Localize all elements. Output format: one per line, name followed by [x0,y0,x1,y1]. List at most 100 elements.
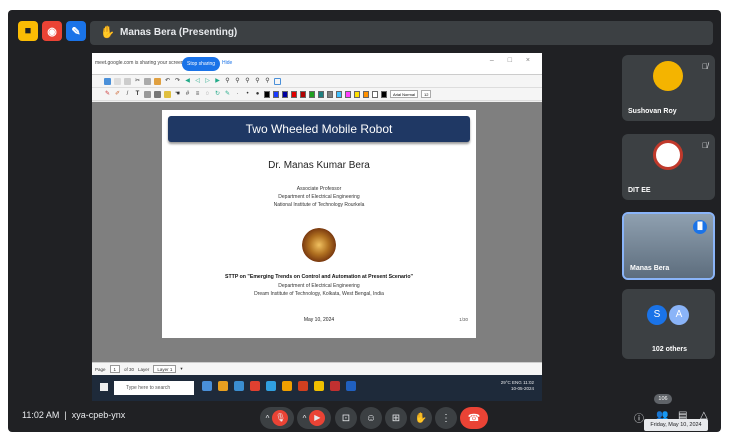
window-controls[interactable]: – □ × [490,57,536,64]
chevron-up-icon[interactable]: ^ [303,414,307,423]
app-icon[interactable] [298,381,308,391]
raise-hand-button[interactable]: ✋ [410,407,432,429]
layer-select[interactable]: Layer 1 [153,365,177,373]
more-options-button[interactable]: ⋮ [435,407,457,429]
copy-icon[interactable] [144,77,151,85]
participant-tile[interactable]: 🎙̸ Sushovan Roy [622,55,715,121]
transcript-icon[interactable]: ✎ [66,21,86,41]
slide-date: May 10, 2024 [303,317,335,323]
info-icon[interactable]: ⓘ [634,410,644,425]
color-cyan[interactable] [336,90,342,98]
zoom-in-icon[interactable]: ⚲ [244,78,251,85]
open-icon[interactable] [124,77,131,85]
redo-icon[interactable]: ↷ [174,78,181,85]
app-icon[interactable] [266,381,276,391]
stop-sharing-button[interactable]: Stop sharing [182,57,221,71]
color-gray[interactable] [327,90,333,98]
app-icon[interactable] [330,381,340,391]
app-icon[interactable] [346,381,356,391]
pencil-icon[interactable]: ✐ [114,91,121,98]
color-yellow[interactable] [354,90,360,98]
app-icon[interactable] [314,381,324,391]
captions-button[interactable]: ⊡ [335,407,357,429]
recycle-icon[interactable]: ↻ [214,91,221,98]
prev-page-icon[interactable]: ◁ [194,78,201,85]
color-red[interactable] [291,90,297,98]
color-blue[interactable] [273,90,279,98]
slide-event: STTP on "Emerging Trends on Control and … [225,274,413,280]
next-page-icon[interactable]: ▷ [204,78,211,85]
fullscreen-icon[interactable] [274,77,281,85]
layer-dropdown-icon[interactable]: ▾ [180,366,182,372]
lasso-icon[interactable]: ◌ [204,91,211,98]
color-black[interactable] [264,90,270,98]
highlight-icon[interactable] [164,90,171,98]
participant-name: DIT EE [628,187,651,194]
grid-icon[interactable]: # [184,91,191,98]
zoom-width-icon[interactable]: ⚲ [254,78,261,85]
zoom-page-icon[interactable]: ⚲ [264,78,271,85]
color-teal[interactable] [318,90,324,98]
color-magenta[interactable] [345,90,351,98]
editor-toolbar-1: ✂ ↶ ↷ ◀ ◁ ▷ ▶ ⚲ ⚲ ⚲ ⚲ ⚲ [92,75,542,88]
dot-medium-icon[interactable]: • [244,91,251,98]
emoji-button[interactable]: ☺ [360,407,382,429]
font-selector[interactable]: Arial Normal [390,90,419,98]
ruler-icon[interactable]: ≡ [194,91,201,98]
pen-icon[interactable]: ✎ [104,91,111,98]
mic-off-icon[interactable]: 🎙 [272,410,289,426]
windows-start-icon[interactable] [100,383,108,391]
tray-time: 11:02 [523,380,534,385]
paste-icon[interactable] [154,77,161,85]
select-icon[interactable] [154,90,161,98]
color-green[interactable] [309,90,315,98]
slide-affiliation-line: National Institute of Technology Rourkel… [273,202,365,208]
eraser-icon[interactable]: ✎ [224,91,231,98]
taskbar-search[interactable]: Type here to search [114,381,194,395]
first-page-icon[interactable]: ◀ [184,78,191,85]
participant-tile[interactable]: 🎙̸ DIT EE [622,134,715,200]
color-custom[interactable] [381,90,387,98]
zoom-out-icon[interactable]: ⚲ [234,78,241,85]
app-icon[interactable] [202,381,212,391]
record-icon[interactable]: ◉ [42,21,62,41]
mic-control[interactable]: ^ 🎙 [260,407,294,429]
camera-control[interactable]: ^ ▶ [297,407,331,429]
mic-off-icon: 🎙̸ [702,141,708,150]
font-size-selector[interactable]: 12 [421,90,432,98]
color-darkred[interactable] [300,90,306,98]
tray-weather: 29°C [500,380,511,385]
text-tool-icon[interactable]: T [134,91,141,98]
hand-icon[interactable]: ☚ [174,91,181,98]
dot-small-icon[interactable]: · [234,91,241,98]
line-icon[interactable]: / [124,91,131,98]
activities-icon[interactable]: ■ [18,21,38,41]
color-navy[interactable] [282,90,288,98]
image-tool-icon[interactable] [144,90,151,98]
hide-button[interactable]: Hide [222,60,232,66]
app-icon[interactable] [218,381,228,391]
new-icon[interactable] [114,77,121,85]
screen-share-banner: meet.google.com is sharing your screen. … [92,53,542,75]
color-orange[interactable] [363,90,369,98]
app-icon[interactable] [250,381,260,391]
system-tray: 29°C ENG 11:02 10-05-2024 [501,380,534,392]
zoom-fit-icon[interactable]: ⚲ [224,78,231,85]
participant-tile[interactable]: S A 102 others [622,289,715,359]
app-icon[interactable] [234,381,244,391]
editor-toolbar-2: ✎ ✐ / T ☚ # ≡ ◌ ↻ ✎ · • ● Arial Normal 1… [92,88,542,101]
last-page-icon[interactable]: ▶ [214,78,221,85]
end-call-button[interactable]: ☎ [460,407,488,429]
participant-tile[interactable]: ▐▌ Manas Bera [622,212,715,280]
cut-icon[interactable]: ✂ [134,78,141,85]
present-button[interactable]: ⊞ [385,407,407,429]
page-input[interactable]: 1 [109,365,121,373]
camera-off-icon[interactable]: ▶ [309,410,326,426]
participant-name: Sushovan Roy [628,108,677,115]
undo-icon[interactable]: ↶ [164,78,171,85]
save-icon[interactable] [104,77,111,85]
chevron-up-icon[interactable]: ^ [266,414,270,423]
dot-large-icon[interactable]: ● [254,91,261,98]
app-icon[interactable] [282,381,292,391]
color-white[interactable] [372,90,378,98]
